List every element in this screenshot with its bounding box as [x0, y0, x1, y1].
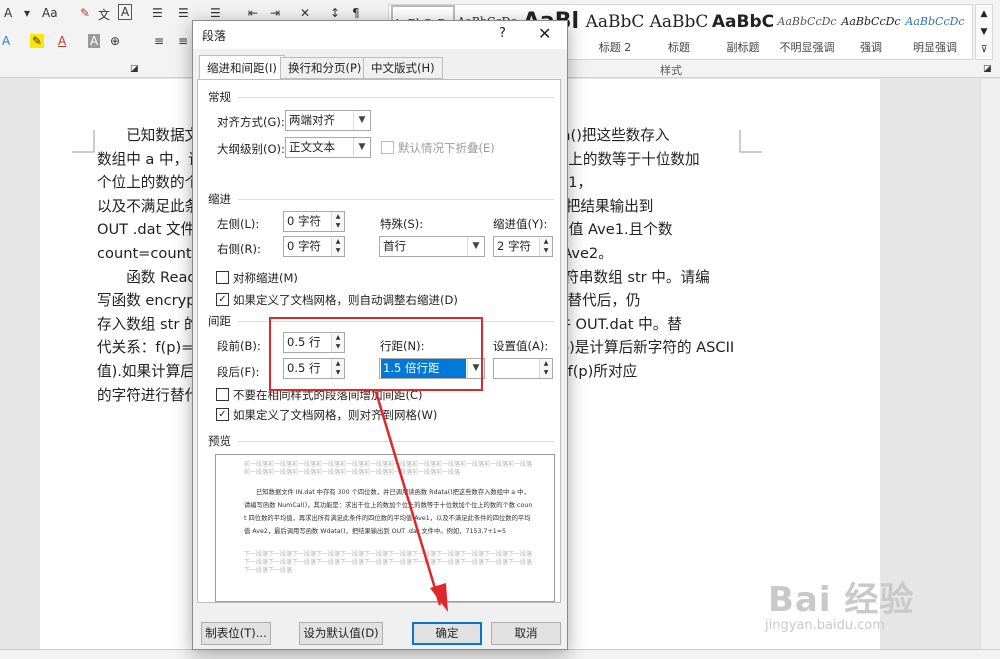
preview-next-paragraph: 下一段落下一段落下一段落下一段落下一段落下一段落下一段落下一段落下一段落下一段落… — [244, 551, 533, 574]
styles-dialog-launcher-icon[interactable]: ◪ — [983, 64, 992, 74]
chevron-down-icon: ▼ — [353, 138, 370, 157]
separator — [238, 97, 554, 98]
set-default-button[interactable]: 设为默认值(D) — [299, 622, 383, 645]
outline-level-select[interactable]: 正文文本 ▼ — [285, 137, 371, 158]
space-before-label: 段前(B): — [217, 339, 261, 353]
left-indent-spinner[interactable]: 0 字符 ▲ ▼ — [283, 211, 345, 232]
alignment-label: 对齐方式(G): — [217, 115, 285, 129]
style-title[interactable]: AaBbC 标题 — [647, 5, 711, 59]
ok-button[interactable]: 确定 — [412, 622, 482, 645]
tab-asian-typography[interactable]: 中文版式(H) — [363, 57, 443, 79]
tab-line-page-breaks[interactable]: 换行和分页(P) — [280, 57, 370, 79]
numbering-icon[interactable]: ☰ — [178, 6, 189, 20]
crop-mark-right — [739, 130, 762, 153]
snap-to-grid-label: 如果定义了文档网格，则对齐到网格(W) — [233, 408, 438, 422]
multilevel-list-icon[interactable]: ☰ — [210, 6, 221, 20]
preview-previous-paragraph: 前一段落前一段落前一段落前一段落前一段落前一段落前一段落前一段落前一段落前一段落… — [244, 461, 533, 476]
close-icon[interactable]: ✕ — [538, 24, 551, 43]
separator — [238, 441, 554, 442]
crop-mark-left — [72, 130, 95, 153]
no-space-same-style-checkbox[interactable] — [216, 388, 229, 401]
spin-down-icon: ▼ — [331, 221, 344, 231]
spacing-at-spinner[interactable]: ▲ ▼ — [493, 358, 553, 379]
space-after-label: 段后(F): — [217, 365, 260, 379]
paragraph-preview: 前一段落前一段落前一段落前一段落前一段落前一段落前一段落前一段落前一段落前一段落… — [215, 454, 555, 602]
phonetic-guide-icon[interactable]: 文 — [98, 6, 110, 23]
alignment-select[interactable]: 两端对齐 ▼ — [285, 110, 371, 131]
dialog-title: 段落 — [202, 29, 227, 43]
help-icon[interactable]: ? — [499, 26, 506, 41]
outline-level-label: 大纲级别(O): — [217, 142, 285, 156]
cancel-button[interactable]: 取消 — [491, 622, 561, 645]
asian-layout-icon[interactable]: ✕ — [300, 6, 310, 20]
preview-sample-paragraph: 已知数据文件 IN.dat 中存有 300 个四位数，并已调用读函数 Rdata… — [244, 489, 533, 535]
preview-heading: 预览 — [208, 434, 231, 448]
sort-icon[interactable]: ↕ — [330, 6, 340, 20]
snap-to-grid-checkbox[interactable]: ✓ — [216, 408, 229, 421]
auto-adjust-indent-label: 如果定义了文档网格，则自动调整右缩进(D) — [233, 293, 458, 307]
font-dropdown-icon[interactable]: ▾ — [24, 6, 30, 20]
enclosed-chars-icon[interactable]: ⊕ — [110, 34, 120, 48]
status-bar — [0, 649, 1000, 659]
right-indent-spinner[interactable]: 0 字符 ▲ ▼ — [283, 236, 345, 257]
special-indent-select[interactable]: 首行 ▼ — [379, 236, 485, 257]
separator — [238, 199, 554, 200]
chevron-down-icon: ▼ — [353, 111, 370, 130]
vertical-scrollbar[interactable] — [980, 79, 1000, 649]
special-indent-label: 特殊(S): — [380, 217, 424, 231]
bullets-icon[interactable]: ☰ — [152, 6, 163, 20]
style-heading-2[interactable]: AaBbC 标题 2 — [583, 5, 647, 59]
right-indent-label: 右侧(R): — [217, 242, 261, 256]
decrease-indent-icon[interactable]: ⇤ — [248, 6, 258, 20]
show-marks-icon[interactable]: ¶ — [352, 6, 360, 20]
font-color-red-button[interactable]: A — [58, 34, 66, 48]
general-heading: 常规 — [208, 90, 231, 104]
tabs-button[interactable]: 制表位(T)... — [201, 622, 271, 645]
char-shading-button[interactable]: A — [88, 34, 101, 48]
indent-heading: 缩进 — [208, 192, 231, 206]
font-color-button[interactable]: A — [4, 6, 12, 20]
collapse-label: 默认情况下折叠(E) — [398, 141, 495, 155]
text-effects-button[interactable]: A — [2, 34, 10, 48]
chevron-down-icon: ▼ — [467, 237, 484, 256]
change-case-button[interactable]: Aa — [42, 6, 58, 20]
mirror-indent-label: 对称缩进(M) — [233, 271, 298, 285]
left-indent-label: 左侧(L): — [217, 217, 260, 231]
collapse-checkbox[interactable] — [381, 141, 394, 154]
tab-indents-spacing[interactable]: 缩进和间距(I) — [199, 55, 285, 80]
align-center-icon[interactable]: ≡ — [178, 34, 188, 48]
indent-by-label: 缩进值(Y): — [493, 217, 548, 231]
styles-group-label: 样式 — [660, 64, 682, 77]
spacing-at-label: 设置值(A): — [493, 339, 549, 353]
dialog-titlebar[interactable]: 段落 ? ✕ — [193, 21, 567, 49]
auto-adjust-indent-checkbox[interactable]: ✓ — [216, 293, 229, 306]
spin-down-icon: ▼ — [539, 368, 552, 378]
highlight-icon[interactable]: ✎ — [30, 34, 45, 48]
increase-indent-icon[interactable]: ⇥ — [270, 6, 280, 20]
style-subtitle[interactable]: AaBbC 副标题 — [711, 5, 775, 59]
char-border-button[interactable]: A — [118, 4, 133, 20]
style-emphasis[interactable]: AaBbCcDc 强调 — [839, 5, 903, 59]
font-dialog-launcher-icon[interactable]: ◪ — [130, 64, 139, 74]
annotation-highlight-box — [269, 317, 483, 391]
mirror-indent-checkbox[interactable] — [216, 271, 229, 284]
spacing-heading: 间距 — [208, 314, 231, 328]
spin-down-icon: ▼ — [331, 246, 344, 256]
watermark-logo: Bai 经验 — [768, 580, 915, 620]
indent-by-spinner[interactable]: 2 字符 ▲ ▼ — [493, 236, 553, 257]
gallery-scroll-icon[interactable]: ▲ ▼ ⊽ — [975, 4, 993, 60]
clear-format-icon[interactable]: ✎ — [80, 6, 90, 20]
align-left-icon[interactable]: ≡ — [154, 34, 164, 48]
watermark-url: jingyan.baidu.com — [765, 618, 885, 633]
style-intense-emphasis[interactable]: AaBbCcDc 明显强调 — [903, 5, 967, 59]
style-subtle-emphasis[interactable]: AaBbCcDc 不明显强调 — [775, 5, 839, 59]
spin-down-icon: ▼ — [539, 246, 552, 256]
